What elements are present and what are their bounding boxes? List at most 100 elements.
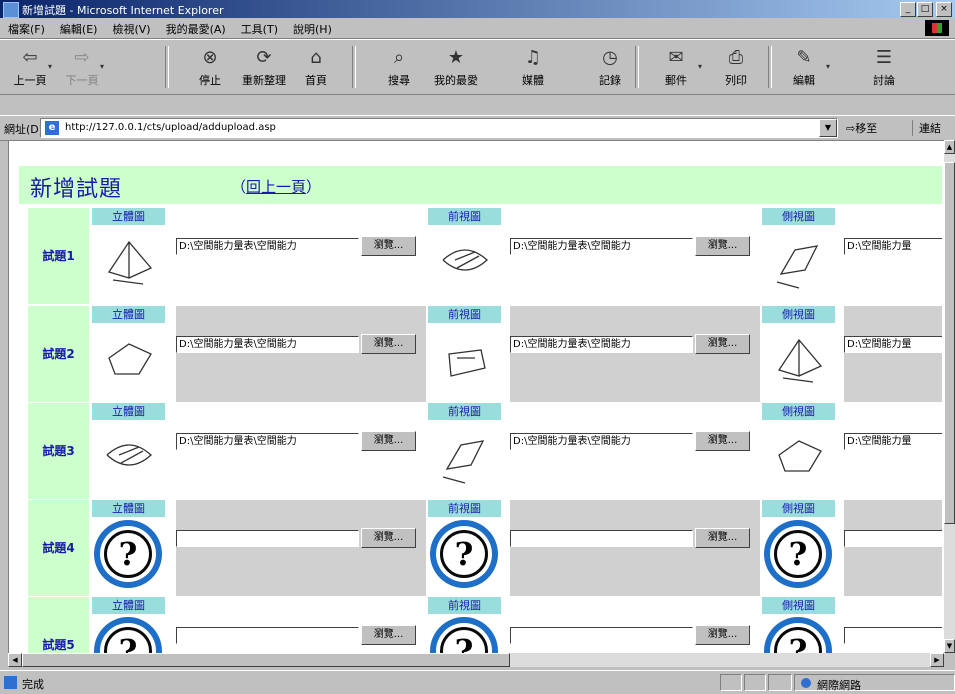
toolbar-button-media[interactable]: ♫ 媒體 (509, 42, 557, 92)
dropdown-arrow-icon[interactable]: ▾ (826, 62, 830, 71)
dropdown-arrow-icon[interactable]: ▾ (698, 62, 702, 71)
file-path-input[interactable]: D:\空間能力量 (844, 336, 942, 353)
browse-button[interactable]: 瀏覽... (695, 334, 750, 354)
menu-help[interactable]: 說明(H) (285, 18, 339, 37)
toolbar-button-home[interactable]: ⌂ 首頁 (292, 42, 340, 92)
file-upload-area: D:\空間能力量瀏覽... (844, 403, 942, 499)
question-mark-icon: ? (430, 617, 498, 653)
view-cell-side: 側視圖 (762, 208, 835, 304)
shape-sketch-image (778, 440, 822, 472)
close-button[interactable]: × (936, 2, 952, 17)
view-cell-isometric: 立體圖? (92, 500, 165, 596)
history-icon: ◷ (602, 47, 618, 68)
file-upload-area: D:\空間能力量表\空間能力 瀏覽... (510, 208, 760, 304)
view-cell-side: 側視圖? (762, 597, 835, 653)
view-label: 側視圖 (762, 306, 835, 323)
view-cell-front: 前視圖? (428, 597, 501, 653)
file-path-input[interactable] (510, 530, 693, 547)
file-path-input[interactable]: D:\空間能力量 (844, 433, 942, 450)
question-mark-icon: ? (764, 520, 832, 588)
file-path-input[interactable]: D:\空間能力量表\空間能力 (176, 238, 359, 255)
address-label: 網址(D) (4, 123, 44, 136)
vertical-scrollbar[interactable]: ▲ ▼ (944, 140, 955, 653)
toolbar-label: 停止 (199, 74, 221, 87)
scroll-right-button[interactable]: ▶ (930, 653, 944, 667)
toolbar-button-refresh[interactable]: ⟳ 重新整理 (240, 42, 288, 92)
shape-sketch-image (776, 245, 819, 289)
toolbar-button-search[interactable]: ⌕ 搜尋 (375, 42, 423, 92)
toolbar-button-stop[interactable]: ⊗ 停止 (186, 42, 234, 92)
toolbar-button-print[interactable]: ⎙ 列印 (712, 42, 760, 92)
file-path-input[interactable]: D:\空間能力量表\空間能力 (510, 336, 693, 353)
minimize-button[interactable]: _ (900, 2, 916, 17)
question-mark-icon: ? (430, 520, 498, 588)
horizontal-scrollbar[interactable]: ◀ ▶ (8, 653, 944, 667)
toolbar: ⇦ 上一頁 ▾ ⇨ 下一頁 ▾ ⊗ 停止 ⟳ 重新整理 ⌂ 首頁 ⌕ 搜尋 ★ 我的最愛 ♫ 媒體 ◷ 記錄 ✉ 郵件 ▾ ⎙… (0, 39, 955, 95)
view-label: 立體圖 (92, 403, 165, 420)
toolbar-button-favorites[interactable]: ★ 我的最愛 (432, 42, 480, 92)
menu-tools[interactable]: 工具(T) (233, 18, 285, 37)
security-zone: 網際網路 (794, 674, 955, 692)
file-path-input[interactable]: D:\空間能力量表\空間能力 (176, 433, 359, 450)
file-path-input[interactable] (510, 627, 693, 644)
browse-button[interactable]: 瀏覽... (361, 528, 416, 548)
address-url[interactable]: http://127.0.0.1/cts/upload/addupload.as… (65, 122, 276, 133)
file-path-input[interactable]: D:\空間能力量表\空間能力 (510, 238, 693, 255)
view-label: 前視圖 (428, 306, 501, 323)
browse-button[interactable]: 瀏覽... (695, 431, 750, 451)
scroll-down-button[interactable]: ▼ (944, 639, 955, 653)
browse-button[interactable]: 瀏覽... (695, 528, 750, 548)
links-button[interactable]: 連結 (912, 120, 941, 136)
file-path-input[interactable]: D:\空間能力量表\空間能力 (176, 336, 359, 353)
toolbar-button-discuss[interactable]: ☰ 討論 (860, 42, 908, 92)
browse-button[interactable]: 瀏覽... (695, 625, 750, 645)
scroll-up-button[interactable]: ▲ (944, 140, 955, 154)
menu-file[interactable]: 檔案(F) (0, 18, 52, 37)
browse-button[interactable]: 瀏覽... (361, 431, 416, 451)
status-panel (768, 674, 792, 691)
file-path-input[interactable] (844, 627, 942, 644)
file-path-input[interactable]: D:\空間能力量 (844, 238, 942, 255)
browse-button[interactable]: 瀏覽... (695, 236, 750, 256)
menu-edit[interactable]: 編輯(E) (52, 18, 105, 37)
file-path-input[interactable] (844, 530, 942, 547)
view-label: 側視圖 (762, 500, 835, 517)
back-link-text[interactable]: 回上一頁 (246, 178, 306, 196)
toolbar-label: 我的最愛 (434, 74, 478, 87)
menu-favorites[interactable]: 我的最愛(A) (158, 18, 233, 37)
file-upload-area: D:\空間能力量表\空間能力 瀏覽... (176, 306, 426, 402)
address-input[interactable]: e http://127.0.0.1/cts/upload/addupload.… (40, 118, 838, 138)
back-link[interactable]: （回上一頁） (231, 176, 321, 197)
maximize-button[interactable]: □ (917, 2, 933, 17)
browse-button[interactable]: 瀏覽... (361, 625, 416, 645)
vertical-scroll-thumb[interactable] (944, 162, 955, 524)
toolbar-label: 討論 (873, 74, 895, 87)
browse-button[interactable]: 瀏覽... (361, 236, 416, 256)
view-label: 側視圖 (762, 208, 835, 225)
toolbar-button-mail[interactable]: ✉ 郵件 (652, 42, 700, 92)
dropdown-arrow-icon[interactable]: ▾ (48, 62, 52, 71)
toolbar-button-edit[interactable]: ✎ 編輯 (780, 42, 828, 92)
toolbar-button-history[interactable]: ◷ 記錄 (586, 42, 634, 92)
address-dropdown-button[interactable]: ▼ (819, 119, 837, 137)
view-label: 前視圖 (428, 597, 501, 614)
question-label: 試題5 (28, 597, 89, 653)
favorites-icon: ★ (447, 47, 465, 68)
file-upload-area: 瀏覽... (844, 500, 942, 596)
dropdown-arrow-icon[interactable]: ▾ (100, 62, 104, 71)
file-path-input[interactable] (176, 530, 359, 547)
file-path-input[interactable]: D:\空間能力量表\空間能力 (510, 433, 693, 450)
toolbar-button-back-arrow[interactable]: ⇦ 上一頁 (6, 42, 54, 92)
horizontal-scroll-thumb[interactable] (22, 653, 510, 667)
file-upload-area: D:\空間能力量表\空間能力 瀏覽... (176, 403, 426, 499)
window-title-bar[interactable]: 新增試題 - Microsoft Internet Explorer _ □ × (0, 0, 955, 18)
browse-button[interactable]: 瀏覽... (361, 334, 416, 354)
file-upload-area: D:\空間能力量表\空間能力 瀏覽... (510, 403, 760, 499)
back-arrow-icon: ⇦ (22, 47, 38, 68)
go-button[interactable]: ⇨移至 (846, 120, 877, 136)
file-path-input[interactable] (176, 627, 359, 644)
menu-view[interactable]: 檢視(V) (104, 18, 157, 37)
toolbar-label: 下一頁 (65, 74, 99, 87)
view-cell-front: 前視圖? (428, 500, 501, 596)
scroll-left-button[interactable]: ◀ (8, 653, 22, 667)
